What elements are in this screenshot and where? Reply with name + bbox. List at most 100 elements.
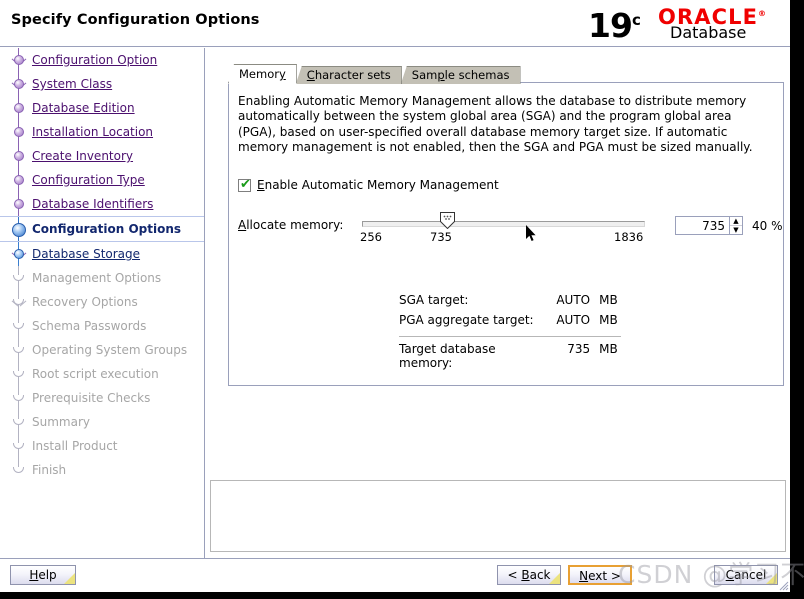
screenshot-bottom-edge — [0, 592, 790, 599]
step-bullet-icon — [10, 96, 28, 120]
memory-percent-label: 40 % — [752, 219, 783, 233]
sidebar-item-installation-location[interactable]: Installation Location — [0, 120, 204, 144]
spinner-buttons[interactable]: ▲ ▼ — [730, 216, 743, 235]
tab-character-sets[interactable]: Character sets — [296, 66, 402, 84]
footer-button-bar: Help < Back Next > Cancel — [0, 558, 790, 592]
installer-window: Specify Configuration Options 19c ORACLE… — [0, 0, 804, 599]
memory-description-text: Enabling Automatic Memory Management all… — [238, 94, 766, 156]
wizard-step-list: Configuration Option System Class Databa… — [0, 48, 205, 558]
back-button[interactable]: < Back — [497, 565, 561, 585]
sidebar-item-label: Management Options — [32, 271, 161, 285]
pga-target-value: AUTO — [546, 313, 590, 327]
next-button[interactable]: Next > — [568, 565, 632, 585]
sidebar-item-database-edition[interactable]: Database Edition — [0, 96, 204, 120]
step-bullet-pending-icon — [10, 266, 28, 290]
step-bullet-pending-icon — [10, 458, 28, 482]
pga-target-label: PGA aggregate target: — [399, 313, 546, 327]
step-bullet-icon — [10, 242, 28, 266]
tab-memory[interactable]: Memory — [228, 64, 297, 84]
sidebar-item-install-product: Install Product — [0, 434, 204, 458]
slider-thumb[interactable] — [440, 212, 455, 229]
version-text: 19c — [588, 0, 640, 46]
tab-sample-schemas[interactable]: Sample schemas — [401, 66, 521, 84]
memory-slider[interactable]: 256 735 1836 — [362, 209, 645, 243]
sidebar-item-label: Database Edition — [32, 101, 135, 115]
table-row: PGA aggregate target: AUTO MB — [399, 313, 629, 333]
targets-divider — [399, 336, 621, 337]
sidebar-item-system-class[interactable]: System Class — [0, 72, 204, 96]
window-header: Specify Configuration Options 19c ORACLE… — [0, 0, 790, 47]
sidebar-item-label: Install Product — [32, 439, 118, 453]
oracle-database-logo: 19c ORACLE® Database — [586, 2, 782, 44]
step-bullet-pending-icon — [10, 290, 28, 314]
checkmark-icon: ✔ — [240, 178, 251, 192]
sidebar-item-root-script-execution: Root script execution — [0, 362, 204, 386]
step-bullet-pending-icon — [10, 362, 28, 386]
sidebar-item-create-inventory[interactable]: Create Inventory — [0, 144, 204, 168]
slider-current-label: 735 — [430, 230, 452, 244]
spinner-down-button[interactable]: ▼ — [730, 226, 742, 234]
sidebar-item-operating-system-groups: Operating System Groups — [0, 338, 204, 362]
step-bullet-pending-icon — [10, 434, 28, 458]
sga-target-value: AUTO — [546, 293, 590, 307]
memory-targets-table: SGA target: AUTO MB PGA aggregate target… — [399, 293, 629, 362]
target-database-memory-label: Target database memory: — [399, 342, 546, 370]
sidebar-item-label: Configuration Options — [32, 222, 181, 236]
step-bullet-icon — [10, 48, 28, 72]
enable-amm-checkbox[interactable]: ✔ — [238, 179, 251, 192]
table-row-total: Target database memory: 735 MB — [399, 342, 629, 362]
product-name: Database — [670, 24, 746, 41]
step-bullet-icon — [10, 72, 28, 96]
sidebar-item-configuration-options[interactable]: Configuration Options — [0, 216, 204, 242]
memory-spinner[interactable]: ▲ ▼ 40 % — [675, 216, 783, 235]
target-database-memory-unit: MB — [590, 342, 629, 356]
step-bullet-pending-icon — [10, 386, 28, 410]
slider-max-label: 1836 — [614, 230, 643, 244]
message-panel — [210, 480, 786, 552]
sidebar-item-label: Operating System Groups — [32, 343, 187, 357]
allocate-memory-row: Allocate memory: 256 — [238, 209, 778, 245]
slider-track[interactable] — [362, 221, 645, 227]
sidebar-item-label: Schema Passwords — [32, 319, 146, 333]
table-row: SGA target: AUTO MB — [399, 293, 629, 313]
sidebar-item-label: Create Inventory — [32, 149, 133, 163]
content-area: Memory Character sets Sample schemas Ena… — [206, 48, 790, 558]
sidebar-item-label: Root script execution — [32, 367, 159, 381]
sga-target-unit: MB — [590, 293, 629, 307]
spinner-up-button[interactable]: ▲ — [730, 217, 742, 226]
step-bullet-current-icon — [10, 217, 28, 241]
pga-target-unit: MB — [590, 313, 629, 327]
step-bullet-icon — [10, 120, 28, 144]
sidebar-item-label: Recovery Options — [32, 295, 138, 309]
sga-target-label: SGA target: — [399, 293, 546, 307]
sidebar-item-label: Summary — [32, 415, 90, 429]
page-title: Specify Configuration Options — [11, 12, 260, 28]
help-button[interactable]: Help — [10, 565, 76, 585]
memory-value-input[interactable] — [675, 216, 730, 235]
sidebar-item-database-identifiers[interactable]: Database Identifiers — [0, 192, 204, 216]
sidebar-item-prerequisite-checks: Prerequisite Checks — [0, 386, 204, 410]
sidebar-item-summary: Summary — [0, 410, 204, 434]
enable-amm-label: Enable Automatic Memory Management — [257, 178, 499, 192]
step-bullet-pending-icon — [10, 338, 28, 362]
sidebar-item-schema-passwords: Schema Passwords — [0, 314, 204, 338]
cancel-button[interactable]: Cancel — [714, 565, 778, 585]
sidebar-item-label: Installation Location — [32, 125, 153, 139]
sidebar-item-configuration-option[interactable]: Configuration Option — [0, 48, 204, 72]
enable-amm-row[interactable]: ✔ Enable Automatic Memory Management — [238, 178, 499, 192]
sidebar-item-configuration-type[interactable]: Configuration Type — [0, 168, 204, 192]
sidebar-item-label: Configuration Option — [32, 53, 157, 67]
sidebar-item-label: System Class — [32, 77, 112, 91]
sidebar-item-label: Database Identifiers — [32, 197, 153, 211]
sidebar-item-label: Configuration Type — [32, 173, 145, 187]
allocate-memory-label: Allocate memory: — [238, 218, 343, 232]
sidebar-item-label: Database Storage — [32, 247, 140, 261]
resize-grip-icon[interactable] — [777, 579, 789, 591]
step-bullet-icon — [10, 144, 28, 168]
sidebar-item-finish: Finish — [0, 458, 204, 482]
step-bullet-pending-icon — [10, 410, 28, 434]
sidebar-item-label: Finish — [32, 463, 66, 477]
step-bullet-icon — [10, 168, 28, 192]
sidebar-item-database-storage[interactable]: Database Storage — [0, 242, 204, 266]
screenshot-right-edge — [790, 0, 804, 599]
